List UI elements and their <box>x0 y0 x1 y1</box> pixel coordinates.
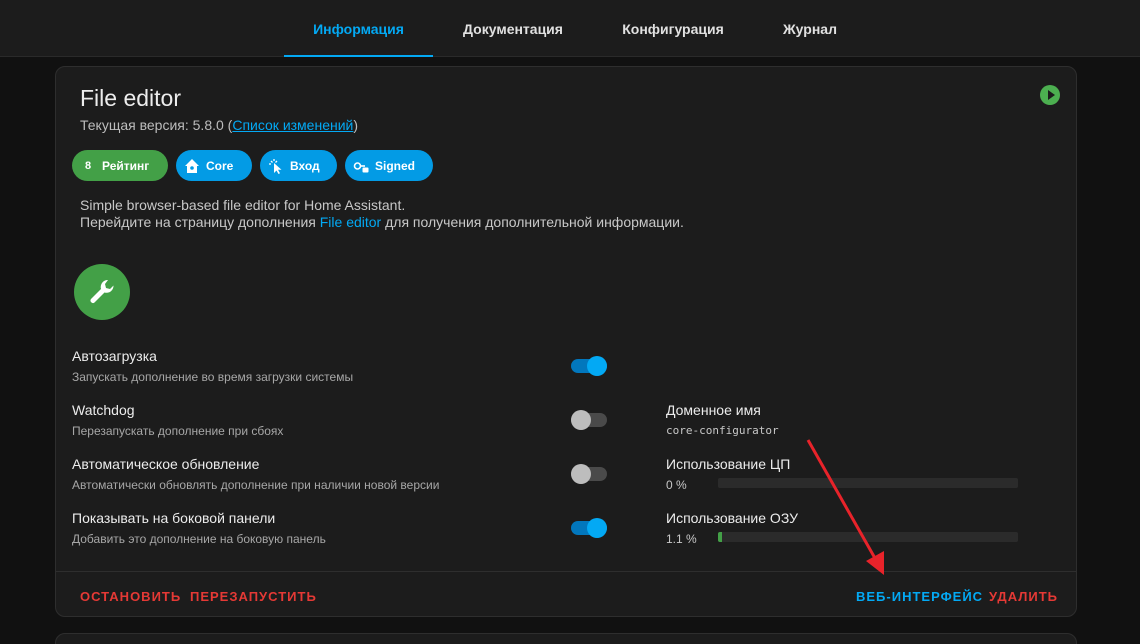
hostname-label: Доменное имя <box>666 402 761 418</box>
option-auto-update: Автоматическое обновление Автоматически … <box>72 456 439 492</box>
wrench-icon <box>74 264 130 320</box>
option-auto-update-title: Автоматическое обновление <box>72 456 260 472</box>
toggle-knob <box>587 356 607 376</box>
addon-title: File editor <box>80 85 181 111</box>
description-line1: Simple browser-based file editor for Hom… <box>80 197 406 213</box>
uninstall-button[interactable]: УДАЛИТЬ <box>989 589 1058 604</box>
auto-update-toggle[interactable] <box>571 464 607 484</box>
watchdog-toggle[interactable] <box>571 410 607 430</box>
ram-usage-fill <box>718 532 722 542</box>
key-lock-icon <box>351 156 371 176</box>
tab-configuration[interactable]: Конфигурация <box>605 0 741 57</box>
option-watchdog-subtitle: Перезапускать дополнение при сбоях <box>72 424 284 438</box>
option-auto-update-subtitle: Автоматически обновлять дополнение при н… <box>72 478 440 492</box>
option-sidebar: Показывать на боковой панели Добавить эт… <box>72 510 326 546</box>
option-watchdog-title: Watchdog <box>72 402 135 418</box>
ingress-chip-label: Вход <box>290 158 320 173</box>
signed-chip[interactable]: Signed <box>345 150 433 181</box>
option-boot-title: Автозагрузка <box>72 348 157 364</box>
ram-usage-bar <box>718 532 1018 542</box>
cursor-click-icon <box>266 156 286 176</box>
version-prefix: Текущая версия: 5.8.0 ( <box>80 117 233 133</box>
option-boot: Автозагрузка Запускать дополнение во вре… <box>72 348 353 384</box>
signed-chip-label: Signed <box>375 158 416 173</box>
web-ui-button[interactable]: ВЕБ-ИНТЕРФЕЙС <box>856 589 983 604</box>
tab-info[interactable]: Информация <box>284 0 433 57</box>
version-suffix: ) <box>353 117 359 133</box>
boot-toggle[interactable] <box>571 356 607 376</box>
cpu-usage-label: Использование ЦП <box>666 456 791 472</box>
running-status-icon <box>1040 85 1060 105</box>
sidebar-toggle[interactable] <box>571 518 607 538</box>
home-assistant-icon <box>182 156 202 176</box>
description-line2: Перейдите на страницу дополнения File ed… <box>80 214 684 231</box>
tab-log[interactable]: Журнал <box>768 0 852 57</box>
next-card <box>55 633 1077 644</box>
option-watchdog: Watchdog Перезапускать дополнение при сб… <box>72 402 283 438</box>
toggle-knob <box>587 518 607 538</box>
addon-info-card: File editor Текущая версия: 5.8.0 (Списо… <box>55 66 1077 617</box>
addon-page-link[interactable]: File editor <box>320 214 381 230</box>
tab-bar: Информация Документация Конфигурация Жур… <box>0 0 1140 57</box>
cpu-usage-bar <box>718 478 1018 488</box>
description-line2-prefix: Перейдите на страницу дополнения <box>80 214 320 230</box>
addon-description: Simple browser-based file editor for Hom… <box>80 197 684 231</box>
option-sidebar-title: Показывать на боковой панели <box>72 510 276 526</box>
rating-chip[interactable]: 8 Рейтинг <box>72 150 168 181</box>
core-chip[interactable]: Core <box>176 150 252 181</box>
hostname-value: core-configurator <box>666 424 779 437</box>
ram-usage-value: 1.1 % <box>666 532 697 546</box>
option-sidebar-subtitle: Добавить это дополнение на боковую панел… <box>72 532 326 546</box>
cpu-usage-value: 0 % <box>666 478 687 492</box>
rating-value: 8 <box>84 159 92 172</box>
restart-button[interactable]: ПЕРЕЗАПУСТИТЬ <box>190 589 317 604</box>
ingress-chip[interactable]: Вход <box>260 150 337 181</box>
core-chip-label: Core <box>206 158 234 173</box>
stop-button[interactable]: ОСТАНОВИТЬ <box>80 589 181 604</box>
changelog-link[interactable]: Список изменений <box>232 117 353 133</box>
card-actions: ОСТАНОВИТЬ ПЕРЕЗАПУСТИТЬ ВЕБ-ИНТЕРФЕЙС У… <box>56 571 1076 617</box>
description-line2-suffix: для получения дополнительной информации. <box>381 214 684 230</box>
badge-chips: 8 Рейтинг Core Вход Signed <box>72 150 433 181</box>
tab-documentation[interactable]: Документация <box>446 0 580 57</box>
toggle-knob <box>571 464 591 484</box>
addon-version: Текущая версия: 5.8.0 (Список изменений) <box>80 117 358 133</box>
toggle-knob <box>571 410 591 430</box>
rating-chip-label: Рейтинг <box>102 158 150 173</box>
option-boot-subtitle: Запускать дополнение во время загрузки с… <box>72 370 354 384</box>
ram-usage-label: Использование ОЗУ <box>666 510 799 526</box>
